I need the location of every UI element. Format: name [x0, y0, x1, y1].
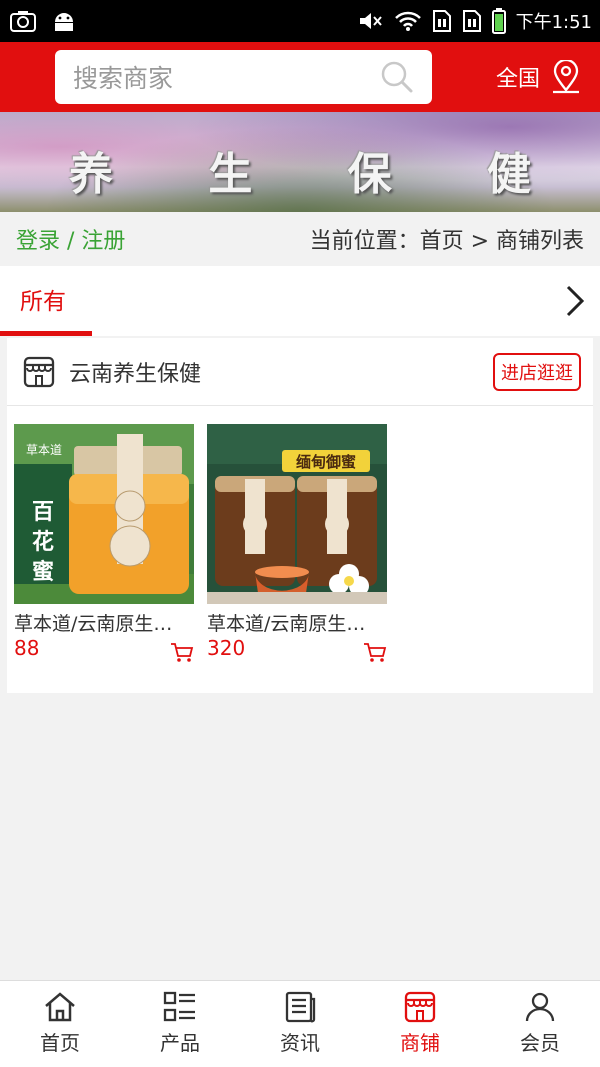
product-image[interactable]: 缅甸御蜜 [207, 424, 387, 604]
search-icon[interactable] [380, 60, 414, 94]
nav-news[interactable]: 资讯 [240, 981, 360, 1067]
banner-image: 养 生 保 健 [0, 112, 600, 212]
product-price: 320 [207, 636, 246, 660]
wifi-icon [394, 11, 421, 31]
product-1-label-big: 百 [32, 499, 54, 525]
product-2-label-big: 缅甸御蜜 [296, 453, 356, 471]
status-time: 下午1:51 [515, 12, 592, 33]
mute-icon [359, 13, 382, 29]
svg-text:花: 花 [32, 529, 54, 555]
nav-home[interactable]: 首页 [0, 981, 120, 1067]
location-pin-icon [553, 60, 579, 94]
battery-icon [491, 8, 506, 34]
product-list: 百 花 蜜 草本道 草本道/云南原生… 88 缅甸御蜜 草本道/云南原生… 32… [7, 406, 593, 693]
nav-member-label: 会员 [520, 1031, 560, 1055]
shop-card: 云南养生保健 进店逛逛 百 花 蜜 草本道 草本道/云南原生… 88 缅甸御蜜 … [7, 338, 593, 693]
nav-home-label: 首页 [40, 1031, 80, 1055]
nav-products[interactable]: 产品 [120, 981, 240, 1067]
store-icon [404, 991, 436, 1023]
android-icon [55, 13, 73, 31]
sim2-icon [462, 10, 481, 32]
cart-icon[interactable] [363, 642, 387, 664]
current-location: 当前位置：首页 > 商铺列表 [309, 229, 584, 254]
store-icon [23, 356, 55, 387]
nav-member[interactable]: 会员 [480, 981, 600, 1067]
svg-text:蜜: 蜜 [32, 559, 54, 585]
product-item[interactable]: 缅甸御蜜 草本道/云南原生… 320 [207, 424, 387, 666]
list-icon [163, 991, 195, 1022]
shop-header: 云南养生保健 进店逛逛 [7, 338, 593, 406]
banner-title: 养 生 保 健 [69, 149, 571, 200]
status-bar: 下午1:51 [0, 0, 600, 42]
nav-news-label: 资讯 [280, 1031, 320, 1055]
sim1-icon [432, 10, 451, 32]
nav-products-label: 产品 [160, 1031, 200, 1055]
product-name[interactable]: 草本道/云南原生… [207, 609, 379, 636]
visit-shop-button[interactable]: 进店逛逛 [493, 352, 581, 391]
region-selector[interactable]: 全国 [496, 60, 582, 94]
nav-shops[interactable]: 商铺 [360, 981, 480, 1067]
product-price: 88 [14, 636, 40, 660]
tab-all[interactable]: 所有 [0, 266, 92, 336]
home-icon [45, 992, 75, 1022]
news-icon [285, 991, 316, 1023]
region-label: 全国 [495, 67, 540, 92]
product-item[interactable]: 百 花 蜜 草本道 草本道/云南原生… 88 [14, 424, 194, 666]
login-register-link[interactable]: 登录 / 注册 [16, 223, 125, 255]
product-image[interactable]: 百 花 蜜 草本道 [14, 424, 194, 604]
search-box[interactable]: 搜索商家 [55, 50, 432, 104]
svg-text:草本道: 草本道 [26, 443, 62, 457]
product-name[interactable]: 草本道/云南原生… [14, 609, 186, 636]
nav-shops-label: 商铺 [400, 1031, 440, 1055]
bottom-nav: 首页 产品 资讯 商铺 会员 [0, 980, 600, 1067]
user-icon [525, 992, 555, 1022]
shop-name[interactable]: 云南养生保健 [69, 356, 201, 388]
cart-icon[interactable] [170, 642, 194, 664]
camera-icon [10, 11, 36, 32]
breadcrumb: 登录 / 注册 当前位置：首页 > 商铺列表 [0, 212, 600, 266]
app-header: 搜索商家 全国 [0, 42, 600, 112]
category-tabs: 所有 [0, 266, 600, 336]
search-input[interactable]: 搜索商家 [73, 59, 380, 95]
chevron-right-icon[interactable] [560, 283, 590, 319]
